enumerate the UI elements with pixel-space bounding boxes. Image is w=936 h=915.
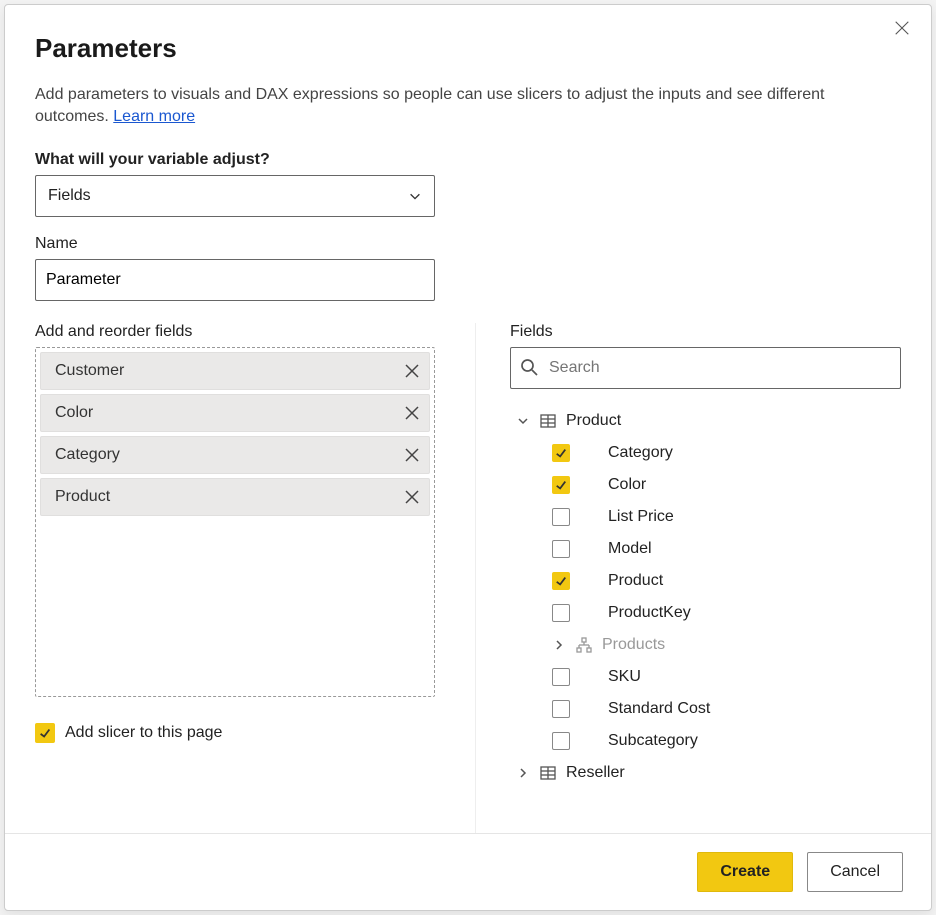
dialog-content: Parameters Add parameters to visuals and… [5,5,931,833]
field-node[interactable]: Color [510,469,901,501]
remove-field-icon[interactable] [403,446,421,464]
field-chip-label: Category [55,446,120,464]
variable-adjust-value: Fields [48,187,91,205]
add-slicer-row[interactable]: Add slicer to this page [35,723,435,743]
fields-label: Fields [510,323,901,341]
field-node[interactable]: List Price [510,501,901,533]
field-name: Standard Cost [608,700,710,718]
fields-column: Fields Product [475,323,901,833]
field-chip[interactable]: Color [40,394,430,432]
reorder-column: Add and reorder fields Customer Color Ca… [35,323,435,833]
table-icon [540,765,556,781]
table-node[interactable]: Reseller [510,757,901,789]
field-checkbox[interactable] [552,572,570,590]
field-name: Category [608,444,673,462]
reorder-box[interactable]: Customer Color Category Product [35,347,435,697]
field-name: SKU [608,668,641,686]
table-node[interactable]: Product [510,405,901,437]
cancel-button[interactable]: Cancel [807,852,903,892]
chevron-right-icon[interactable] [516,766,530,780]
table-name: Reseller [566,764,625,782]
close-icon[interactable] [893,19,913,39]
remove-field-icon[interactable] [403,488,421,506]
field-checkbox[interactable] [552,668,570,686]
field-chip[interactable]: Category [40,436,430,474]
field-name: ProductKey [608,604,691,622]
parameters-dialog: Parameters Add parameters to visuals and… [4,4,932,911]
field-node[interactable]: ProductKey [510,597,901,629]
name-input[interactable] [35,259,435,301]
table-name: Product [566,412,621,430]
dialog-footer: Create Cancel [5,833,931,910]
learn-more-link[interactable]: Learn more [113,108,195,125]
create-button[interactable]: Create [697,852,793,892]
hierarchy-name: Products [602,636,665,654]
chevron-down-icon[interactable] [516,414,530,428]
columns: Add and reorder fields Customer Color Ca… [35,323,901,833]
table-icon [540,413,556,429]
field-checkbox[interactable] [552,540,570,558]
field-name: Product [608,572,663,590]
hierarchy-node[interactable]: Products [510,629,901,661]
dialog-description: Add parameters to visuals and DAX expres… [35,84,901,129]
variable-adjust-select[interactable]: Fields [35,175,435,217]
search-icon [520,358,538,376]
field-name: Color [608,476,646,494]
field-node[interactable]: SKU [510,661,901,693]
field-chip[interactable]: Product [40,478,430,516]
field-node[interactable]: Category [510,437,901,469]
field-node[interactable]: Subcategory [510,725,901,757]
field-chip-label: Customer [55,362,124,380]
field-checkbox[interactable] [552,508,570,526]
remove-field-icon[interactable] [403,404,421,422]
chevron-down-icon [408,189,422,203]
field-chip-label: Product [55,488,110,506]
name-label: Name [35,235,901,253]
reorder-label: Add and reorder fields [35,323,435,341]
field-checkbox[interactable] [552,444,570,462]
hierarchy-icon [576,637,592,653]
field-checkbox[interactable] [552,732,570,750]
field-checkbox[interactable] [552,604,570,622]
variable-adjust-label: What will your variable adjust? [35,151,901,169]
dialog-title: Parameters [35,33,901,64]
field-name: List Price [608,508,674,526]
field-checkbox[interactable] [552,700,570,718]
chevron-right-icon[interactable] [552,638,566,652]
field-chip[interactable]: Customer [40,352,430,390]
field-node[interactable]: Standard Cost [510,693,901,725]
add-slicer-checkbox[interactable] [35,723,55,743]
field-node[interactable]: Product [510,565,901,597]
fields-search-input[interactable] [510,347,901,389]
field-node[interactable]: Model [510,533,901,565]
field-name: Model [608,540,652,558]
remove-field-icon[interactable] [403,362,421,380]
fields-tree: Product Category Color [510,405,901,833]
field-name: Subcategory [608,732,698,750]
field-checkbox[interactable] [552,476,570,494]
add-slicer-label: Add slicer to this page [65,724,222,742]
field-chip-label: Color [55,404,93,422]
